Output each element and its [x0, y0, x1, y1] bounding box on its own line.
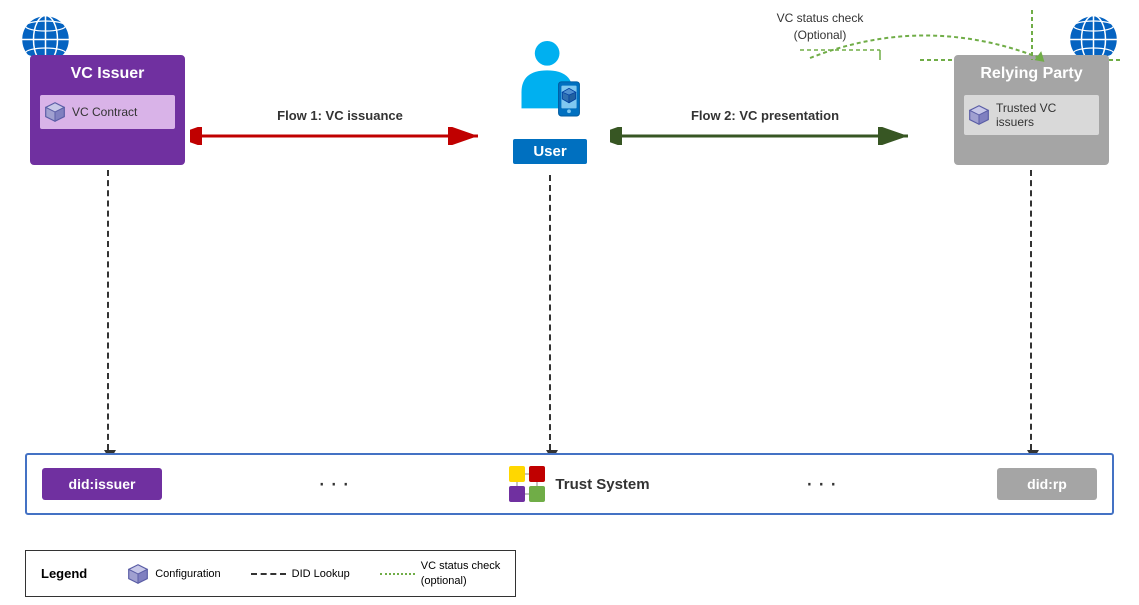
legend-vc-status-item: VC status check(optional) [380, 559, 500, 588]
vc-issuer-box: VC Issuer VC Contract [30, 55, 185, 165]
trust-system-row: did:issuer ··· Trust System ··· did:rp [25, 453, 1114, 515]
trusted-vc-label: Trusted VC issuers [996, 101, 1095, 129]
vc-status-arc [800, 8, 1050, 63]
vc-contract-label: VC Contract [72, 105, 137, 119]
flow2-arrow-area: Flow 2: VC presentation [610, 108, 920, 145]
dashed-line-user [549, 175, 551, 450]
legend-config-item: Configuration [127, 563, 220, 585]
cube-icon-legend [127, 563, 149, 585]
trust-system-label: Trust System [555, 476, 649, 493]
legend-config-label: Configuration [155, 567, 220, 581]
diagram-container: VC status check (Optional) VC Issuer [0, 0, 1139, 605]
legend-title: Legend [41, 566, 87, 581]
user-figure-icon [505, 40, 595, 135]
did-rp-box: did:rp [997, 468, 1097, 500]
cube-icon-rp [968, 104, 990, 126]
dots-left: ··· [318, 470, 354, 498]
cube-icon-issuer [44, 101, 66, 123]
flow1-arrow-svg [190, 127, 490, 145]
legend-dotted-line [380, 573, 415, 575]
user-area: User [490, 40, 610, 164]
flow1-arrow-area: Flow 1: VC issuance [190, 108, 490, 145]
relying-party-title: Relying Party [980, 65, 1082, 83]
legend-box: Legend Configuration DID Lookup VC statu… [25, 550, 516, 597]
legend-vc-status-label: VC status check(optional) [421, 559, 500, 588]
dashed-line-issuer [107, 170, 109, 450]
legend-did-item: DID Lookup [251, 567, 350, 581]
flow1-label: Flow 1: VC issuance [277, 108, 403, 123]
trusted-vc-area: Trusted VC issuers [964, 95, 1099, 135]
dots-right: ··· [805, 470, 841, 498]
legend-did-label: DID Lookup [292, 567, 350, 581]
relying-party-box: Relying Party Trusted VC issuers [954, 55, 1109, 165]
flow2-arrow-svg [610, 127, 920, 145]
trust-system-center: Trust System [509, 466, 649, 502]
legend-dashed-line [251, 573, 286, 575]
flow2-label: Flow 2: VC presentation [691, 108, 839, 123]
trust-system-icon [509, 466, 545, 502]
user-label: User [513, 139, 586, 164]
vc-issuer-title: VC Issuer [71, 65, 145, 83]
vc-contract-area: VC Contract [40, 95, 175, 129]
did-issuer-box: did:issuer [42, 468, 162, 500]
dashed-line-rp [1030, 170, 1032, 450]
